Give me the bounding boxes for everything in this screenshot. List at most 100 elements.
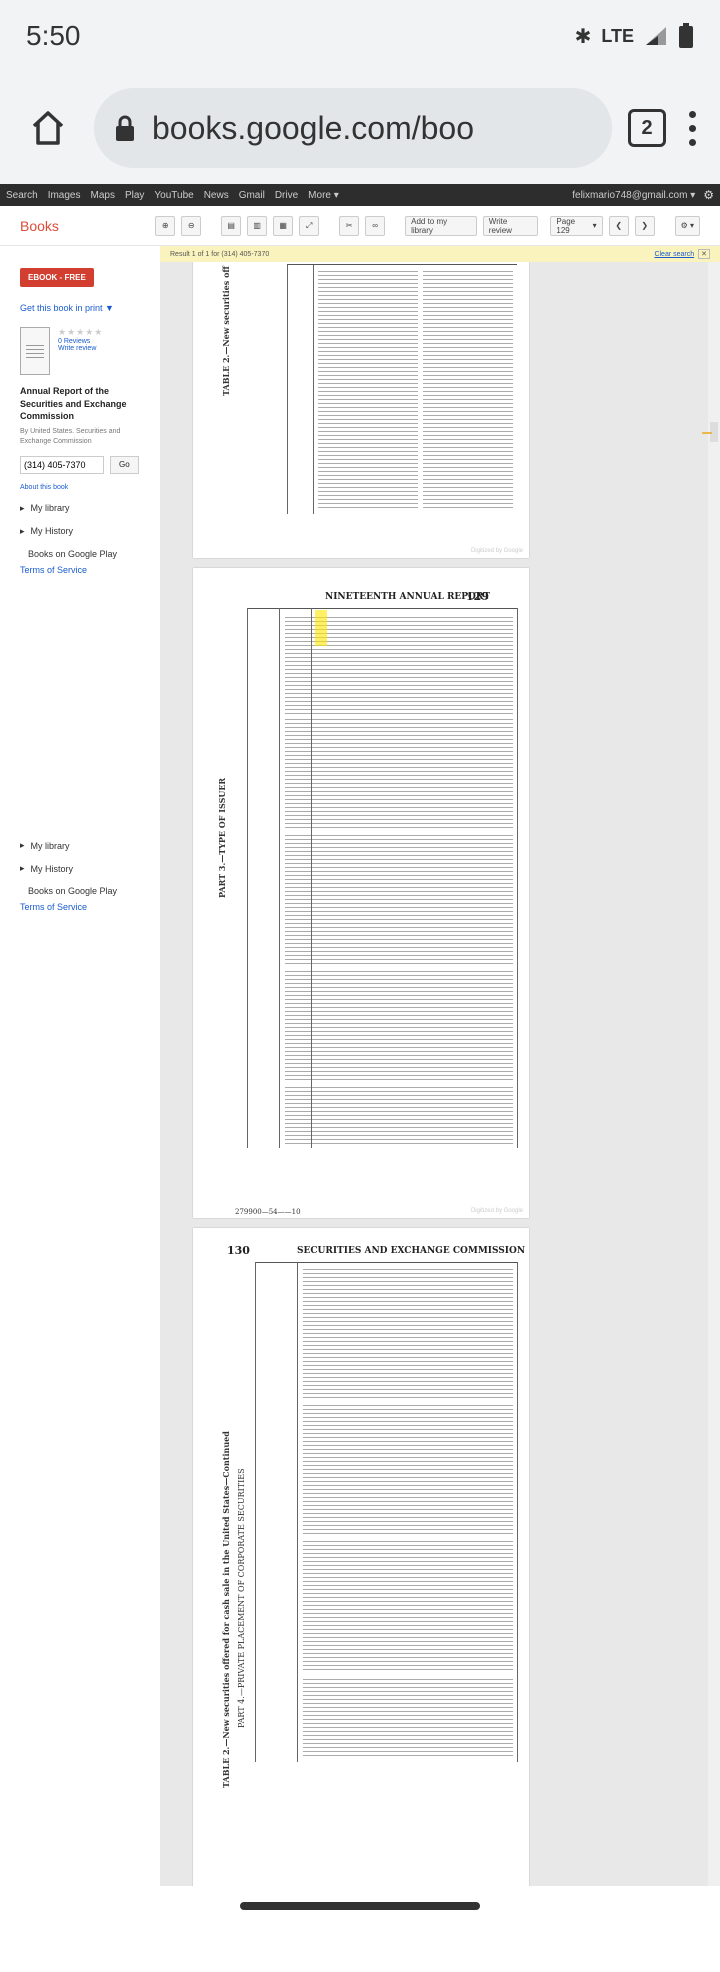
book-page-128: TABLE 2.—New securities off Digitized by… [193,246,529,558]
tab-switcher-button[interactable]: 2 [628,109,666,147]
gear-icon[interactable]: ⚙ [703,188,714,202]
gbar-link-search[interactable]: Search [6,190,38,201]
battery-icon [679,23,693,48]
table-data [285,1086,513,1144]
ebook-free-button[interactable]: EBOOK - FREE [20,268,94,287]
books-brand[interactable]: Books [20,218,149,234]
fullscreen-icon[interactable]: ⤢ [299,215,320,236]
table-title-rotated: TABLE 2.—New securities offered for cash… [221,1431,231,1788]
gbar-link-gmail[interactable]: Gmail [239,190,265,201]
my-library-label: My library [30,503,70,514]
prev-page-button[interactable]: ❮ [608,215,629,236]
go-button[interactable]: Go [110,455,139,474]
browser-toolbar: books.google.com/boo 2 [0,72,720,184]
clip-icon[interactable]: ✂ [339,215,360,236]
link-icon[interactable]: ∞ [365,215,386,236]
clear-search-link[interactable]: Clear search [654,251,694,258]
network-label: LTE [601,25,634,46]
zoom-in-icon[interactable]: ⊕ [155,215,176,236]
gbar-link-drive[interactable]: Drive [275,190,298,201]
close-icon[interactable]: ✕ [698,249,710,259]
book-cover-thumbnail[interactable] [20,327,50,375]
write-review-link[interactable]: Write review [58,345,103,352]
books-toolbar: Books ⊕ ⊖ ▤ ▥ ▦ ⤢ ✂ ∞ Add to my library … [0,206,720,246]
gesture-bar [0,1886,720,1926]
page-title-rotated: TABLE 2.—New securities off [221,266,231,396]
book-sidebar: EBOOK - FREE Get this book in print ▼ ★★… [0,246,160,1886]
search-hit-marker[interactable] [702,432,712,434]
my-library-item-2[interactable]: ▸ My library [20,840,117,851]
address-bar[interactable]: books.google.com/boo [94,88,612,168]
reviews-link[interactable]: 0 Reviews [58,338,103,345]
caret-right-icon: ▸ [20,502,25,513]
footer-code-rotated: 279900—54——10 [235,1208,301,1216]
digitized-mark: Digitized by Google [470,1208,523,1214]
my-history-item-2[interactable]: ▸ My History [20,863,117,874]
table-data [423,268,513,508]
get-in-print-link[interactable]: Get this book in print ▼ [20,303,140,313]
lock-icon [116,115,134,141]
two-page-icon[interactable]: ▥ [247,215,268,236]
home-button[interactable] [18,98,78,158]
bluetooth-icon: ✱ [574,25,592,48]
my-history-label: My History [30,526,74,537]
digitized-mark: Digitized by Google [470,548,523,554]
add-to-library-button[interactable]: Add to my library [405,215,477,236]
table-data [303,1268,513,1398]
google-play-link[interactable]: Books on Google Play [28,549,140,559]
gbar-link-news[interactable]: News [204,190,229,201]
next-page-button[interactable]: ❯ [634,215,655,236]
page-select[interactable]: Page 129 ▾ [550,215,603,236]
about-book-link[interactable]: About this book [20,484,140,491]
google-bar: Search Images Maps Play YouTube News Gma… [0,184,720,206]
book-page-130: 130 SECURITIES AND EXCHANGE COMMISSION T… [193,1228,529,1886]
table-title-rotated: PART 3.—TYPE OF ISSUER [217,777,227,898]
thumbnail-icon[interactable]: ▦ [273,215,294,236]
caret-right-icon: ▸ [20,840,25,850]
table-data [303,1404,513,1534]
single-page-icon[interactable]: ▤ [221,215,242,236]
my-history-label-2: My History [30,863,74,874]
signal-icon [646,27,666,45]
home-gesture-handle[interactable] [240,1902,480,1910]
browser-menu-icon[interactable] [682,110,702,146]
search-result-banner: Result 1 of 1 for (314) 405-7370 Clear s… [160,246,720,262]
zoom-out-icon[interactable]: ⊖ [181,215,202,236]
gbar-link-play[interactable]: Play [125,190,144,201]
gbar-link-youtube[interactable]: YouTube [154,190,193,201]
search-in-book-input[interactable] [20,455,104,474]
rating-stars: ★★★★★ [58,327,104,337]
write-review-button[interactable]: Write review [482,215,539,236]
running-header: SECURITIES AND EXCHANGE COMMISSION [297,1246,526,1256]
book-author: By United States. Securities and Exchang… [20,427,121,446]
table-data [303,1540,513,1670]
gbar-link-images[interactable]: Images [48,190,81,201]
my-history-item[interactable]: ▸ My History [20,526,140,537]
table-data [285,834,513,964]
clock: 5:50 [26,20,81,51]
home-icon [32,111,64,145]
settings-menu-button[interactable]: ⚙ ▾ [674,215,700,236]
book-page-129: NINETEENTH ANNUAL REPORT 129 PART 3.—TYP… [193,568,529,1218]
viewer-scrollbar[interactable] [708,246,720,1886]
search-result-text: Result 1 of 1 for (314) 405-7370 [170,250,270,258]
table-data [318,268,418,508]
search-highlight [315,610,327,646]
gbar-link-more[interactable]: More ▾ [308,190,339,201]
status-bar: 5:50 ✱ LTE [0,0,720,72]
page-number: 129 [466,590,489,603]
caret-right-icon: ▸ [20,863,25,873]
account-link[interactable]: felixmario748@gmail.com ▾ [572,190,695,201]
gbar-link-maps[interactable]: Maps [90,190,114,201]
google-play-link-2[interactable]: Books on Google Play [28,886,117,896]
status-icons: ✱ LTE [575,23,694,49]
settings-gear-icon: ⚙ [680,221,688,230]
terms-link-2[interactable]: Terms of Service [20,902,117,912]
table-data [285,970,513,1080]
table-data [303,1676,513,1756]
page-select-label: Page 129 [556,216,576,235]
url-text: books.google.com/boo [152,109,474,146]
my-library-item[interactable]: ▸ My library [20,503,140,514]
terms-link[interactable]: Terms of Service [20,565,140,575]
page-viewer[interactable]: Result 1 of 1 for (314) 405-7370 Clear s… [160,246,720,1886]
